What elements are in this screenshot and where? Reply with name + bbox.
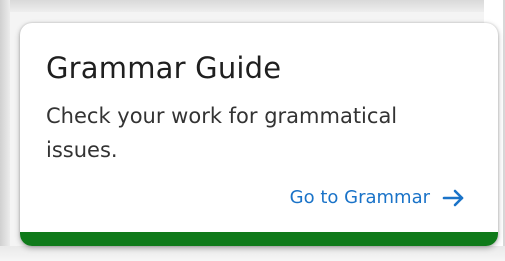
arrow-right-icon <box>442 189 466 207</box>
go-to-grammar-link[interactable]: Go to Grammar <box>290 187 466 208</box>
grammar-guide-card: Grammar Guide Check your work for gramma… <box>20 23 498 246</box>
card-title: Grammar Guide <box>46 51 282 85</box>
go-to-grammar-label: Go to Grammar <box>289 187 430 208</box>
window-frame-left <box>0 0 10 261</box>
card-accent-bar <box>20 232 498 246</box>
card-description: Check your work for grammatical issues. <box>46 104 398 162</box>
window-frame-top <box>0 0 505 12</box>
window-frame-bottom <box>0 246 505 261</box>
